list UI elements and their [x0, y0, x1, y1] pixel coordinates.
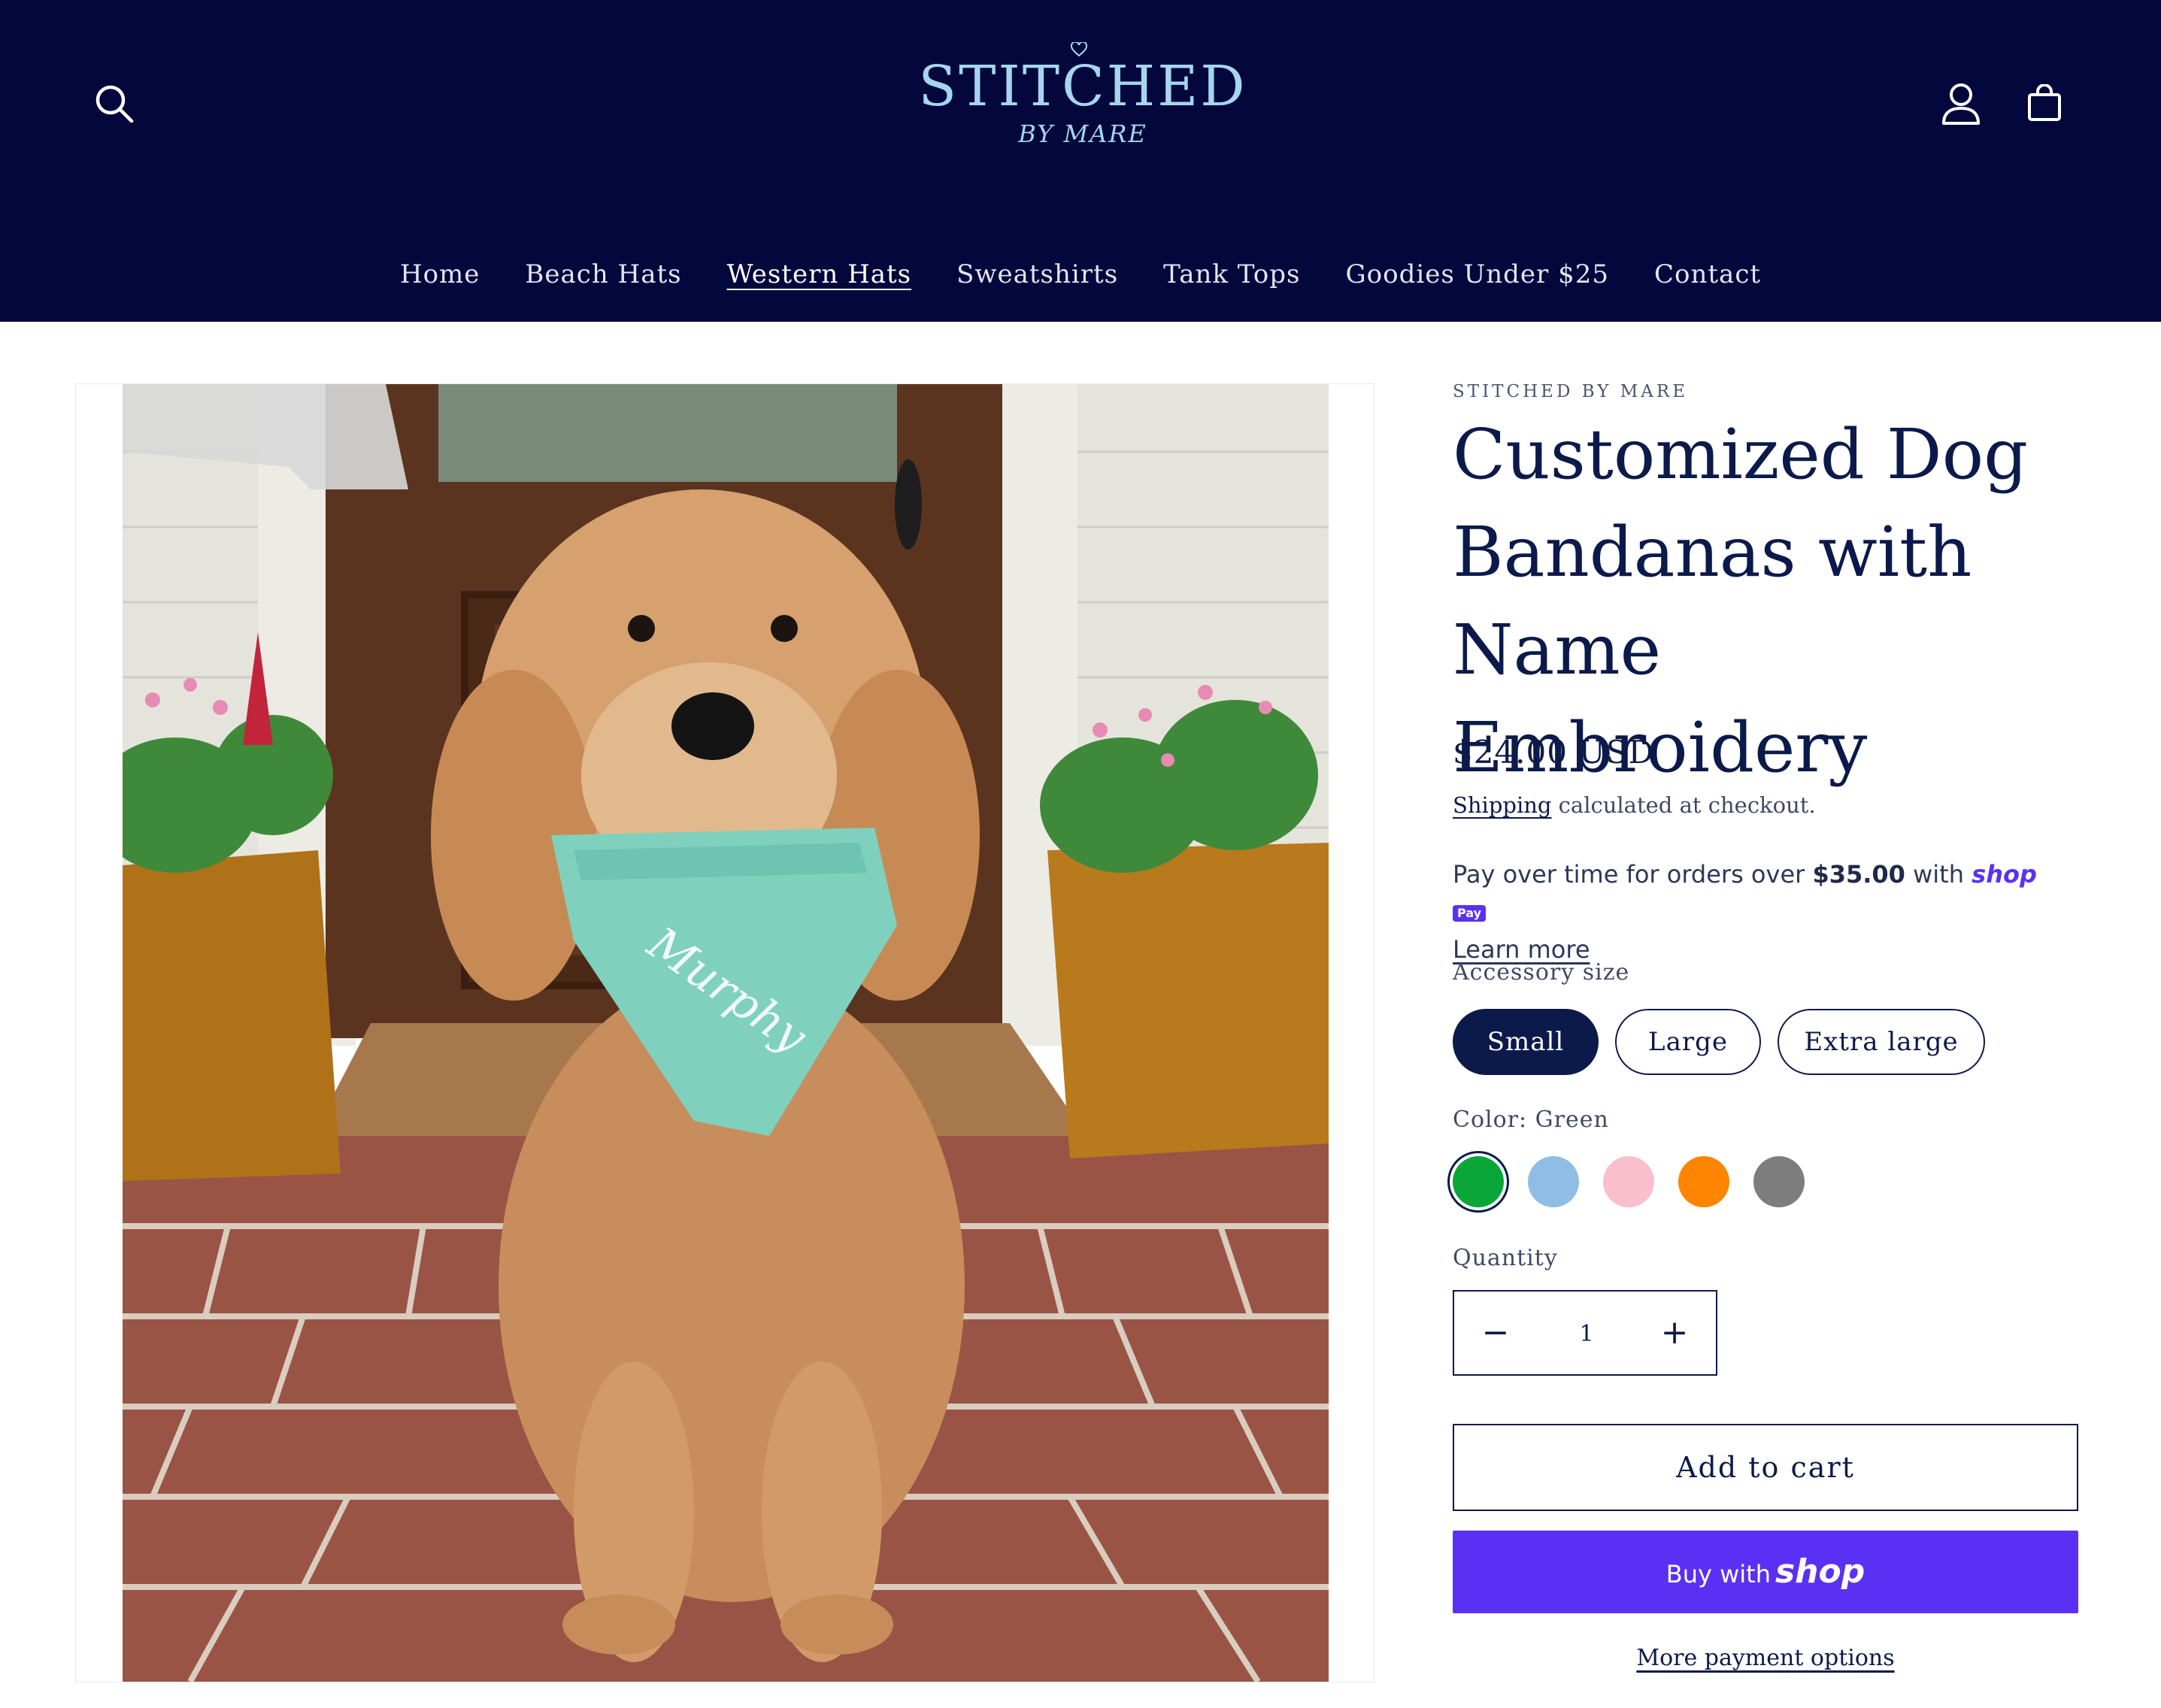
color-label: Color: Green: [1453, 1107, 1609, 1133]
more-payment-options-link[interactable]: More payment options: [1453, 1645, 2078, 1671]
nav-goodies-under-25[interactable]: Goodies Under $25: [1346, 254, 1610, 295]
nav-contact[interactable]: Contact: [1654, 254, 1761, 295]
size-option-extra-large[interactable]: Extra large: [1778, 1009, 1985, 1075]
account-icon[interactable]: [1940, 81, 1982, 126]
quantity-label: Quantity: [1453, 1245, 1558, 1271]
shipping-note-text: calculated at checkout.: [1551, 792, 1816, 818]
search-icon[interactable]: [93, 83, 135, 125]
buy-with-shop-button[interactable]: Buy with shop: [1453, 1531, 2078, 1613]
more-payment-options-label: More payment options: [1636, 1645, 1895, 1671]
product-media: Murphy: [75, 383, 1374, 1682]
product-price: $24.00 USD: [1453, 734, 1655, 771]
nav-home[interactable]: Home: [400, 254, 480, 295]
main-nav: Home Beach Hats Western Hats Sweatshirts…: [0, 254, 2161, 295]
nav-tank-tops[interactable]: Tank Tops: [1163, 254, 1300, 295]
product-image[interactable]: Murphy: [123, 384, 1329, 1682]
site-logo[interactable]: STITCHED BY MARE: [887, 38, 1278, 165]
logo-wordmark: STITCHED: [918, 54, 1247, 119]
shoppay-amount: $35.00: [1812, 860, 1905, 889]
shop-pay-logo: shop: [1775, 1552, 1865, 1591]
nav-sweatshirts[interactable]: Sweatshirts: [956, 254, 1118, 295]
color-swatch-light-blue[interactable]: [1528, 1156, 1579, 1207]
nav-western-hats[interactable]: Western Hats: [727, 254, 912, 295]
quantity-decrease-button[interactable]: −: [1454, 1292, 1537, 1374]
size-option-small[interactable]: Small: [1453, 1009, 1599, 1075]
size-option-large[interactable]: Large: [1615, 1009, 1761, 1075]
shop-logo: shop: [1972, 860, 2037, 889]
shop-pay-installments: Pay over time for orders over $35.00 wit…: [1453, 856, 2054, 968]
shipping-note: Shipping calculated at checkout.: [1453, 792, 1816, 818]
quantity-input[interactable]: [1537, 1292, 1636, 1376]
shop-pay-badge: Pay: [1453, 905, 1487, 922]
site-header: STITCHED BY MARE Home Beach Hats Western…: [0, 0, 2161, 322]
shipping-link[interactable]: Shipping: [1453, 792, 1551, 818]
color-swatch-gray[interactable]: [1753, 1156, 1805, 1207]
logo-tagline: BY MARE: [1018, 120, 1147, 148]
nav-beach-hats[interactable]: Beach Hats: [525, 254, 681, 295]
quantity-stepper: − +: [1453, 1290, 1717, 1376]
quantity-increase-button[interactable]: +: [1633, 1292, 1716, 1374]
color-swatch-orange[interactable]: [1678, 1156, 1729, 1207]
cart-icon[interactable]: [2027, 84, 2062, 122]
add-to-cart-button[interactable]: Add to cart: [1453, 1424, 2078, 1511]
product-vendor: STITCHED BY MARE: [1453, 382, 1688, 401]
shoppay-suffix: with: [1905, 860, 1972, 889]
buy-with-label: Buy with: [1665, 1560, 1771, 1588]
color-swatch-green[interactable]: [1453, 1156, 1504, 1207]
size-label: Accessory size: [1453, 959, 1630, 986]
color-swatch-pink[interactable]: [1603, 1156, 1654, 1207]
shoppay-prefix: Pay over time for orders over: [1453, 860, 1813, 889]
